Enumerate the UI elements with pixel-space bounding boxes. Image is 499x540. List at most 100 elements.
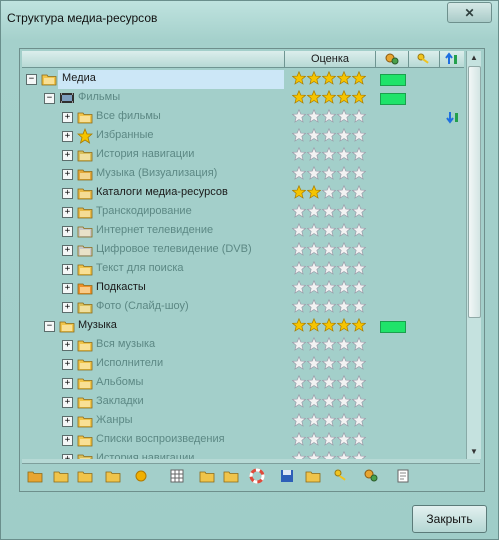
collapse-icon[interactable]: −	[26, 74, 37, 85]
tree-row[interactable]: − Музыка	[22, 317, 464, 336]
scroll-down-icon[interactable]: ▼	[467, 445, 481, 459]
rating-stars[interactable]	[292, 280, 366, 296]
tree-row[interactable]: + Закладки	[22, 393, 464, 412]
tree-row[interactable]: + Подкасты	[22, 279, 464, 298]
tree-row-label[interactable]: Медиа	[60, 72, 98, 84]
tree-row-label[interactable]: Цифровое телевидение (DVB)	[96, 243, 252, 255]
rating-stars[interactable]	[292, 71, 366, 87]
rating-stars[interactable]	[292, 223, 366, 239]
collapse-icon[interactable]: −	[44, 93, 55, 104]
window-close-button[interactable]: ✕	[447, 2, 492, 23]
scroll-up-icon[interactable]: ▲	[467, 51, 481, 65]
save-icon[interactable]	[278, 467, 296, 485]
tree-row[interactable]: + Фото (Слайд-шоу)	[22, 298, 464, 317]
tree-row-label[interactable]: Жанры	[96, 414, 133, 426]
rating-stars[interactable]	[292, 394, 366, 410]
rating-stars[interactable]	[292, 299, 366, 315]
tree-row[interactable]: + История навигации	[22, 146, 464, 165]
expand-icon[interactable]: +	[62, 188, 73, 199]
key-icon[interactable]	[332, 467, 350, 485]
tree-row[interactable]: + Вся музыка	[22, 336, 464, 355]
tree-row[interactable]: + Цифровое телевидение (DVB)	[22, 241, 464, 260]
rating-stars[interactable]	[292, 204, 366, 220]
tree-row-label[interactable]: Все фильмы	[96, 110, 161, 122]
tree-row-label[interactable]: Транскодирование	[96, 205, 192, 217]
settings-icon[interactable]	[376, 51, 409, 68]
vertical-scrollbar[interactable]: ▲ ▼	[466, 51, 481, 459]
expand-icon[interactable]: +	[62, 226, 73, 237]
folder-up-icon[interactable]	[304, 467, 322, 485]
sun-icon[interactable]	[132, 467, 150, 485]
rating-stars[interactable]	[292, 128, 366, 144]
key-icon[interactable]	[409, 51, 440, 68]
rating-stars[interactable]	[292, 451, 366, 459]
expand-icon[interactable]: +	[62, 359, 73, 370]
tree-row-label[interactable]: Подкасты	[96, 281, 146, 293]
import-icon[interactable]	[222, 467, 240, 485]
add-folder-icon[interactable]	[52, 467, 70, 485]
tree-row-label[interactable]: История навигации	[96, 148, 194, 160]
edit-folder-icon[interactable]	[76, 467, 94, 485]
grid-icon[interactable]	[168, 467, 186, 485]
tree-row[interactable]: + Жанры	[22, 412, 464, 431]
scroll-thumb[interactable]	[468, 66, 481, 318]
tree-row-label[interactable]: История навигации	[96, 452, 194, 459]
rating-stars[interactable]	[292, 242, 366, 258]
sort-icon[interactable]	[446, 110, 460, 127]
help-icon[interactable]	[248, 467, 266, 485]
tree-row[interactable]: − Медиа	[22, 70, 464, 89]
tree-row[interactable]: + История навигации	[22, 450, 464, 459]
tree-row[interactable]: + Текст для поиска	[22, 260, 464, 279]
expand-icon[interactable]: +	[62, 150, 73, 161]
expand-icon[interactable]: +	[62, 435, 73, 446]
tree-row[interactable]: + Списки воспроизведения	[22, 431, 464, 450]
tree-row-label[interactable]: Каталоги медиа-ресурсов	[96, 186, 228, 198]
tree-row[interactable]: + Избранные	[22, 127, 464, 146]
rating-stars[interactable]	[292, 356, 366, 372]
rating-stars[interactable]	[292, 166, 366, 182]
rating-stars[interactable]	[292, 90, 366, 106]
expand-icon[interactable]: +	[62, 416, 73, 427]
expand-icon[interactable]: +	[62, 112, 73, 123]
tree-row-label[interactable]: Исполнители	[96, 357, 163, 369]
tree-row[interactable]: + Интернет телевидение	[22, 222, 464, 241]
tree-row-label[interactable]: Закладки	[96, 395, 144, 407]
expand-icon[interactable]: +	[62, 264, 73, 275]
rating-stars[interactable]	[292, 337, 366, 353]
close-button[interactable]: Закрыть	[412, 505, 487, 533]
rating-stars[interactable]	[292, 185, 366, 201]
name-column-header[interactable]	[22, 51, 285, 68]
tree-row[interactable]: + Транскодирование	[22, 203, 464, 222]
rating-column-header[interactable]: Оценка	[285, 51, 376, 68]
tree-row-label[interactable]: Интернет телевидение	[96, 224, 213, 236]
tree-row-label[interactable]: Списки воспроизведения	[96, 433, 225, 445]
rating-stars[interactable]	[292, 147, 366, 163]
expand-icon[interactable]: +	[62, 131, 73, 142]
tree-row-label[interactable]: Избранные	[96, 129, 154, 141]
notes-icon[interactable]	[394, 467, 412, 485]
tree-row-label[interactable]: Музыка (Визуализация)	[96, 167, 217, 179]
expand-icon[interactable]: +	[62, 378, 73, 389]
expand-icon[interactable]: +	[62, 302, 73, 313]
tree-row-label[interactable]: Музыка	[78, 319, 117, 331]
tree-row[interactable]: + Каталоги медиа-ресурсов	[22, 184, 464, 203]
rating-stars[interactable]	[292, 413, 366, 429]
tree-row-label[interactable]: Фото (Слайд-шоу)	[96, 300, 189, 312]
tree-row[interactable]: + Альбомы	[22, 374, 464, 393]
rating-stars[interactable]	[292, 432, 366, 448]
tree-row[interactable]: + Все фильмы	[22, 108, 464, 127]
expand-icon[interactable]: +	[62, 397, 73, 408]
expand-icon[interactable]: +	[62, 340, 73, 351]
expand-icon[interactable]: +	[62, 283, 73, 294]
tree-row-label[interactable]: Альбомы	[96, 376, 143, 388]
open-icon[interactable]	[104, 467, 122, 485]
tree-row[interactable]: − Фильмы	[22, 89, 464, 108]
rating-stars[interactable]	[292, 318, 366, 334]
expand-icon[interactable]: +	[62, 169, 73, 180]
tree-row-label[interactable]: Вся музыка	[96, 338, 155, 350]
sort-icon[interactable]	[440, 51, 464, 68]
expand-icon[interactable]: +	[62, 245, 73, 256]
settings-icon[interactable]	[362, 467, 380, 485]
export-icon[interactable]	[198, 467, 216, 485]
rating-stars[interactable]	[292, 109, 366, 125]
